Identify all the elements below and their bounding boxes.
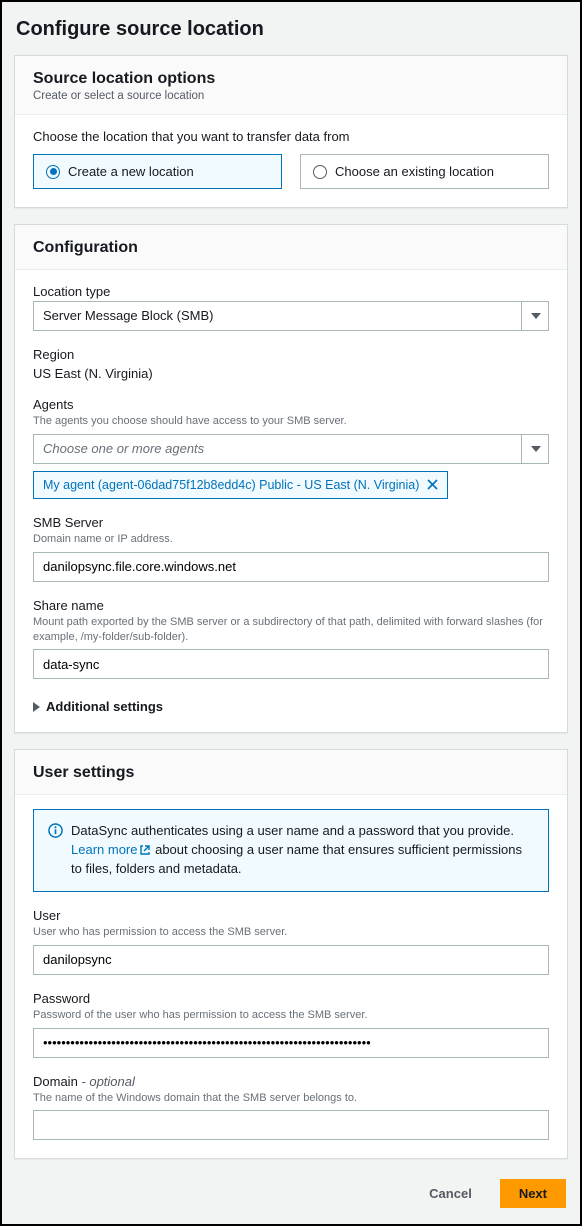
agent-token-label: My agent (agent-06dad75f12b8edd4c) Publi…	[43, 478, 419, 492]
smb-server-hint: Domain name or IP address.	[33, 532, 549, 547]
user-input[interactable]	[33, 945, 549, 975]
domain-input[interactable]	[33, 1110, 549, 1140]
share-name-input[interactable]	[33, 649, 549, 679]
radio-choose-existing-location[interactable]: Choose an existing location	[300, 154, 549, 189]
smb-server-input[interactable]	[33, 552, 549, 582]
configuration-panel: Configuration Location type Server Messa…	[14, 224, 568, 733]
close-icon	[427, 479, 438, 490]
configuration-title: Configuration	[33, 239, 549, 257]
location-type-label: Location type	[33, 284, 549, 299]
external-link-icon	[139, 844, 151, 856]
footer-actions: Cancel Next	[14, 1175, 568, 1208]
cancel-button[interactable]: Cancel	[411, 1179, 490, 1208]
radio-create-label: Create a new location	[68, 164, 194, 179]
share-name-label: Share name	[33, 598, 549, 613]
user-hint: User who has permission to access the SM…	[33, 925, 549, 940]
info-box: DataSync authenticates using a user name…	[33, 809, 549, 892]
password-hint: Password of the user who has permission …	[33, 1008, 549, 1023]
agents-label: Agents	[33, 397, 549, 412]
next-button[interactable]: Next	[500, 1179, 566, 1208]
agent-token: My agent (agent-06dad75f12b8edd4c) Publi…	[33, 471, 448, 499]
choose-location-text: Choose the location that you want to tra…	[33, 129, 549, 144]
smb-server-label: SMB Server	[33, 515, 549, 530]
radio-unselected-icon	[313, 165, 327, 179]
info-icon	[48, 823, 63, 879]
learn-more-link[interactable]: Learn more	[71, 842, 151, 857]
share-name-hint: Mount path exported by the SMB server or…	[33, 615, 549, 645]
password-label: Password	[33, 991, 549, 1006]
user-label: User	[33, 908, 549, 923]
agents-hint: The agents you choose should have access…	[33, 414, 549, 429]
agents-select[interactable]: Choose one or more agents	[33, 434, 549, 464]
info-text: DataSync authenticates using a user name…	[71, 822, 534, 879]
domain-label: Domain - optional	[33, 1074, 549, 1089]
radio-existing-label: Choose an existing location	[335, 164, 494, 179]
region-value: US East (N. Virginia)	[33, 366, 549, 381]
user-settings-panel: User settings DataSync authenticates usi…	[14, 749, 568, 1159]
domain-hint: The name of the Windows domain that the …	[33, 1091, 549, 1106]
radio-create-new-location[interactable]: Create a new location	[33, 154, 282, 189]
page-title: Configure source location	[14, 18, 568, 41]
region-label: Region	[33, 347, 549, 362]
additional-settings-toggle[interactable]: Additional settings	[33, 695, 549, 714]
location-type-select[interactable]: Server Message Block (SMB)	[33, 301, 549, 331]
source-options-title: Source location options	[33, 70, 549, 88]
source-location-options-panel: Source location options Create or select…	[14, 55, 568, 208]
additional-settings-label: Additional settings	[46, 699, 163, 714]
radio-selected-icon	[46, 165, 60, 179]
remove-agent-button[interactable]	[427, 479, 438, 490]
source-options-subtitle: Create or select a source location	[33, 90, 549, 102]
password-input[interactable]	[33, 1028, 549, 1058]
caret-right-icon	[33, 702, 40, 712]
user-settings-title: User settings	[33, 764, 549, 782]
